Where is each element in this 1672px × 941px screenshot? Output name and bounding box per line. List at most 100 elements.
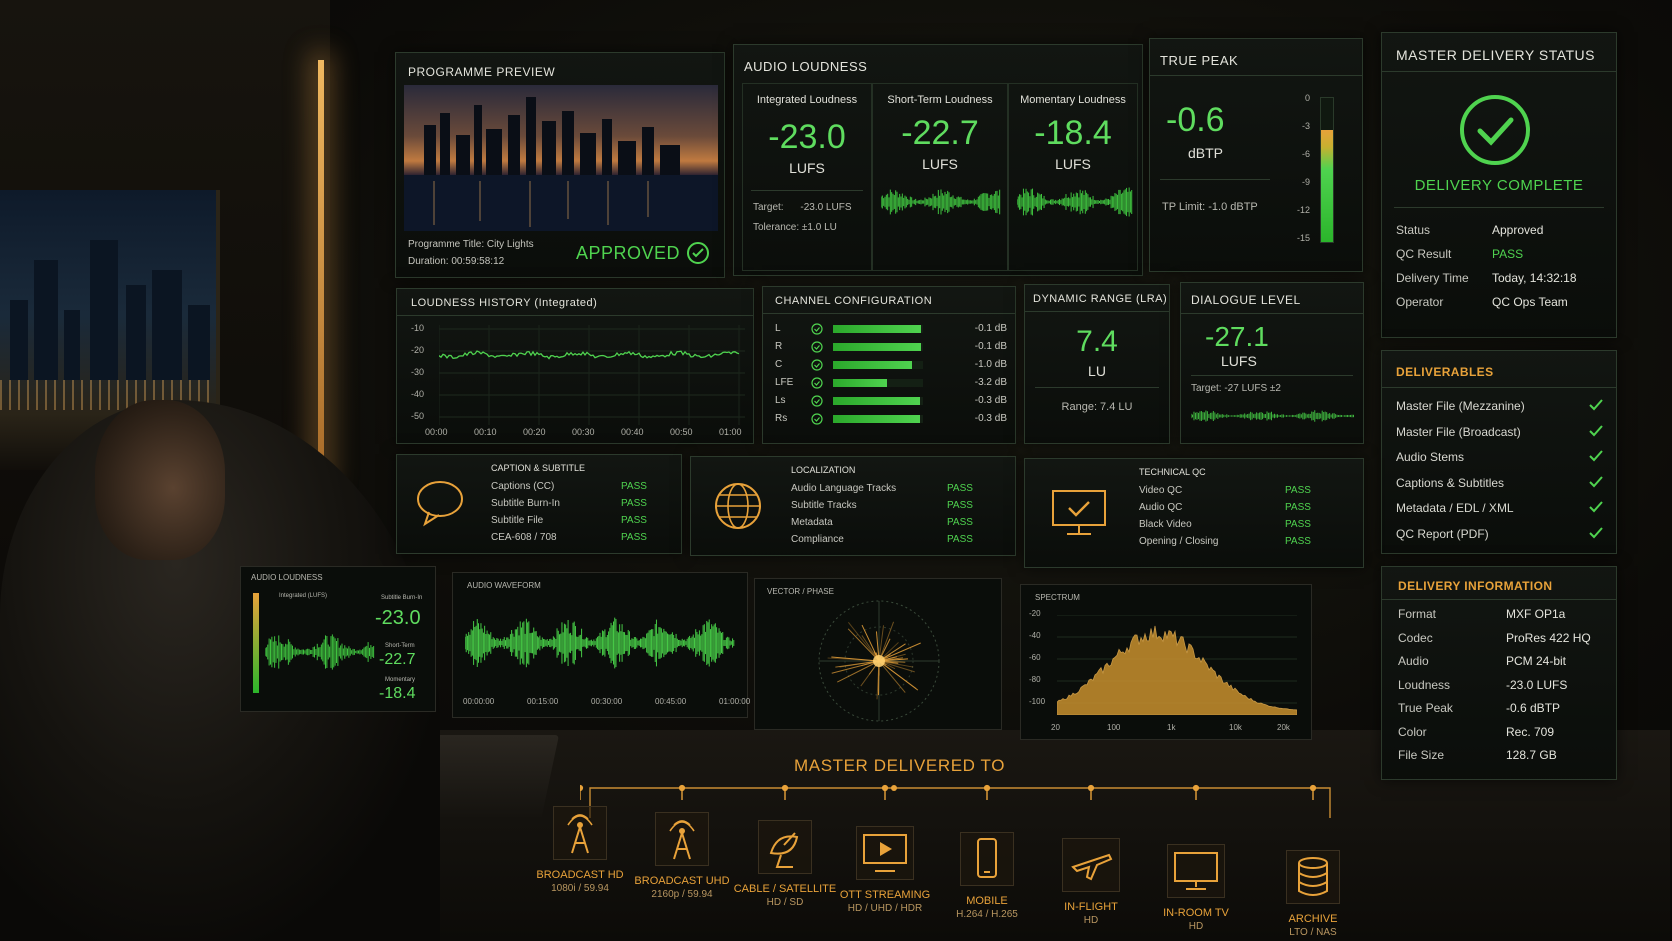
destination-spec: 1080i / 59.94 [551, 883, 609, 894]
history-y-axis: -10 -20 -30 -40 -50 [411, 323, 437, 425]
status-value: Approved [1492, 223, 1544, 237]
airplane-icon [1062, 838, 1120, 892]
qc-value: PASS [621, 498, 647, 509]
deliverable-item[interactable]: Captions & Subtitles [1396, 472, 1608, 498]
spectrum-x-tick: 10k [1229, 723, 1242, 732]
dialogue-unit: LUFS [1221, 353, 1257, 369]
deliverable-label: Audio Stems [1396, 450, 1465, 464]
check-circle-icon [811, 341, 823, 353]
momentary-label: Momentary Loudness [1020, 94, 1126, 106]
info-row: Loudness -23.0 LUFS [1398, 678, 1608, 702]
qc-row: Audio QC PASS [1139, 502, 1339, 519]
broadcast-tower-icon [655, 812, 709, 866]
destination-name: BROADCAST HD [536, 869, 624, 881]
history-x-tick: 00:50 [670, 427, 693, 437]
waveform-x-tick: 00:45:00 [655, 697, 687, 706]
lra-value: 7.4 [1076, 325, 1118, 358]
deliverable-label: Master File (Broadcast) [1396, 424, 1521, 439]
panel-title: DYNAMIC RANGE (LRA) [1033, 293, 1168, 305]
deliverable-label: Captions & Subtitles [1396, 475, 1505, 490]
dialogue-waveform [1191, 410, 1355, 422]
status-row: Delivery Time Today, 14:32:18 [1396, 271, 1606, 295]
master-delivery-status-panel: MASTER DELIVERY STATUS DELIVERY COMPLETE… [1381, 32, 1617, 338]
spectrum-y-tick: -80 [1029, 675, 1041, 684]
deliverable-item[interactable]: QC Report (PDF) [1396, 523, 1608, 549]
streaming-play-icon [856, 826, 914, 880]
info-row: True Peak -0.6 dBTP [1398, 701, 1608, 725]
status-label: Operator [1396, 295, 1444, 309]
destination-spec: LTO / NAS [1289, 927, 1337, 938]
spectrum-plot [1057, 615, 1297, 715]
deliverable-item[interactable]: Audio Stems [1396, 446, 1608, 472]
tv-monitor-icon [1167, 844, 1225, 898]
destination-cable-satellite[interactable]: CABLE / SATELLITE HD / SD [730, 820, 840, 908]
waveform-x-tick: 00:15:00 [527, 697, 559, 706]
destination-in-flight[interactable]: IN-FLIGHT HD [1036, 838, 1146, 926]
qc-value: PASS [621, 481, 647, 492]
info-row: Codec ProRes 422 HQ [1398, 631, 1608, 655]
peak-scale-tick: -9 [1301, 177, 1310, 187]
destination-broadcast-uhd[interactable]: BROADCAST UHD 2160p / 59.94 [627, 812, 737, 900]
speech-bubble-icon [415, 479, 465, 527]
spectrum-y-tick: -100 [1029, 697, 1046, 706]
channel-rows: L -0.1 dB R -0.1 dB C -1.0 dB LFE -3.2 dB Ls -0.3… [775, 321, 1007, 429]
channel-level-bar [833, 325, 923, 333]
momentary-unit: LUFS [1055, 156, 1091, 172]
audio-loudness-panel: AUDIO LOUDNESS Integrated Loudness -23.0… [733, 44, 1143, 276]
short-term-label: Short-Term Loudness [887, 94, 993, 106]
mini-int-label: Integrated (LUFS) [279, 593, 328, 599]
qc-value: PASS [621, 532, 647, 543]
peak-meter-bar [1320, 97, 1334, 243]
programme-preview-panel: PROGRAMME PREVIEW Programme Title: City … [395, 52, 725, 278]
panel-title: DIALOGUE LEVEL [1191, 293, 1301, 307]
approved-badge: APPROVED [576, 241, 710, 265]
dialogue-target: Target: -27 LUFS ±2 [1191, 383, 1281, 394]
status-label: Delivery Time [1396, 271, 1469, 285]
vector-phase-screen: VECTOR / PHASE [754, 578, 1002, 730]
destination-name: IN-ROOM TV [1163, 907, 1229, 919]
status-label: Status [1396, 223, 1431, 237]
deliverable-item[interactable]: Master File (Mezzanine) [1396, 395, 1608, 421]
mini-loudness-screen: AUDIO LOUDNESS Integrated (LUFS) Subtitl… [240, 566, 436, 712]
spectrum-x-axis: 20 100 1k 10k 20k [1051, 723, 1301, 737]
info-label: Format [1398, 607, 1437, 621]
channel-name: R [775, 341, 783, 352]
destination-broadcast-hd[interactable]: BROADCAST HD 1080i / 59.94 [525, 806, 635, 894]
destination-spec: HD / SD [766, 897, 804, 908]
spectrum-x-tick: 20k [1277, 723, 1290, 732]
history-y-tick: -30 [411, 367, 425, 377]
mobile-phone-icon [960, 832, 1014, 886]
channel-level-fill [833, 397, 921, 405]
qc-label: Compliance [791, 534, 844, 545]
destination-name: MOBILE [966, 895, 1008, 907]
channel-level-fill [833, 325, 922, 333]
destination-name: CABLE / SATELLITE [733, 883, 837, 895]
qc-label: Metadata [791, 517, 833, 528]
deliverable-item[interactable]: Metadata / EDL / XML [1396, 497, 1608, 523]
info-value: MXF OP1a [1506, 607, 1566, 621]
destination-in-room-tv[interactable]: IN-ROOM TV HD [1141, 844, 1251, 932]
channel-db: -3.2 dB [974, 377, 1007, 388]
destination-archive[interactable]: ARCHIVE LTO / NAS [1258, 850, 1368, 938]
info-row: Color Rec. 709 [1398, 725, 1608, 749]
status-value: QC Ops Team [1492, 295, 1568, 309]
destination-ott-streaming[interactable]: OTT STREAMING HD / UHD / HDR [830, 826, 940, 914]
info-value: ProRes 422 HQ [1506, 630, 1591, 645]
info-value: 128.7 GB [1506, 748, 1557, 762]
channel-row: C -1.0 dB [775, 357, 1007, 375]
spectrum-x-tick: 100 [1107, 723, 1121, 732]
video-thumbnail[interactable] [404, 85, 718, 231]
technical-rows: Video QC PASS Audio QC PASS Black Video PASS O… [1139, 485, 1339, 553]
short-term-unit: LUFS [922, 156, 958, 172]
channel-level-fill [833, 361, 913, 369]
deliverable-item[interactable]: Master File (Broadcast) [1396, 421, 1608, 447]
channel-row: R -0.1 dB [775, 339, 1007, 357]
qc-row: CEA-608 / 708 PASS [491, 532, 671, 549]
qc-row: Audio Language Tracks PASS [791, 483, 977, 500]
channel-row: Ls -0.3 dB [775, 393, 1007, 411]
destination-mobile[interactable]: MOBILE H.264 / H.265 [932, 832, 1042, 920]
channel-name: C [775, 359, 783, 370]
tolerance-value: ±1.0 LU [801, 222, 837, 233]
info-rows: Format MXF OP1a Codec ProRes 422 HQ Audio PCM… [1398, 607, 1608, 772]
info-label: Loudness [1398, 677, 1451, 692]
